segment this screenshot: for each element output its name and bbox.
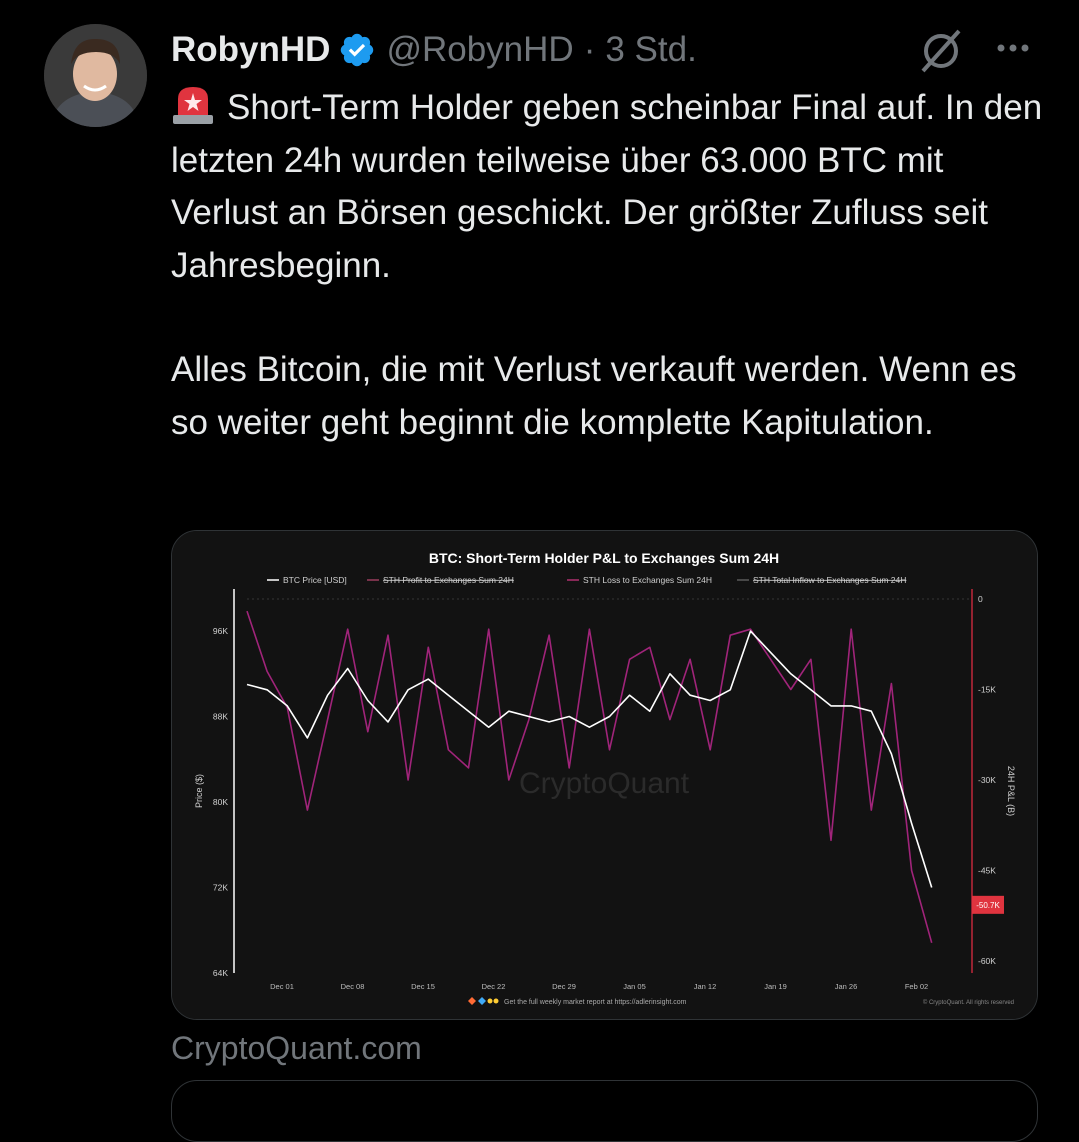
avatar-image <box>44 24 147 127</box>
x-tick: Dec 15 <box>411 982 435 991</box>
chart-footer: Get the full weekly market report at htt… <box>504 999 687 1006</box>
grok-icon[interactable] <box>917 27 965 75</box>
y-right-tick: 0 <box>978 594 983 604</box>
current-value-badge: -50.7K <box>972 895 1004 914</box>
tweet-header: RobynHD @RobynHD · 3 Std. <box>171 26 697 74</box>
y-right-tick: -15K <box>978 684 996 694</box>
header-separator: · <box>583 30 596 69</box>
more-icon[interactable] <box>993 33 1033 63</box>
chart: BTC: Short-Term Holder P&L to Exchanges … <box>172 531 1037 1019</box>
y-left-tick: 64K <box>213 968 228 978</box>
y-right-tick: -30K <box>978 775 996 785</box>
next-media-card[interactable] <box>171 1080 1038 1142</box>
timestamp[interactable]: 3 Std. <box>605 30 696 70</box>
media-card[interactable]: BTC: Short-Term Holder P&L to Exchanges … <box>171 530 1038 1020</box>
y-left-tick: 96K <box>213 626 228 636</box>
y-right-tick: -45K <box>978 865 996 875</box>
verified-badge-icon <box>338 31 376 69</box>
x-tick: Feb 02 <box>905 982 928 991</box>
badge-text: -50.7K <box>976 901 1000 910</box>
y-left-label: Price ($) <box>194 774 204 808</box>
y-left-tick: 88K <box>213 712 228 722</box>
legend-item-3: STH Total Inflow to Exchanges Sum 24H <box>753 575 906 585</box>
tweet-paragraph-1: Short-Term Holder geben scheinbar Final … <box>171 82 1051 292</box>
x-tick: Jan 12 <box>694 982 717 991</box>
chart-watermark: CryptoQuant <box>519 767 690 800</box>
legend-item-2: STH Loss to Exchanges Sum 24H <box>583 575 712 585</box>
x-tick: Dec 08 <box>341 982 365 991</box>
tweet-paragraph-1-text: Short-Term Holder geben scheinbar Final … <box>171 88 1043 285</box>
legend-item-0: BTC Price [USD] <box>283 575 347 585</box>
y-left-tick: 72K <box>213 883 228 893</box>
y-left-tick: 80K <box>213 797 228 807</box>
x-tick: Dec 29 <box>552 982 576 991</box>
siren-emoji-icon <box>171 83 215 125</box>
x-tick: Jan 05 <box>623 982 646 991</box>
x-tick: Jan 26 <box>835 982 858 991</box>
x-tick: Dec 01 <box>270 982 294 991</box>
y-right-tick: -60K <box>978 956 996 966</box>
x-tick: Jan 19 <box>764 982 787 991</box>
tweet-text: Short-Term Holder geben scheinbar Final … <box>171 82 1051 449</box>
chart-title: BTC: Short-Term Holder P&L to Exchanges … <box>429 550 779 566</box>
tweet-paragraph-2: Alles Bitcoin, die mit Verlust verkauft … <box>171 350 1017 442</box>
avatar[interactable] <box>44 24 147 127</box>
x-tick: Dec 22 <box>482 982 506 991</box>
y-right-label: 24H P&L (B) <box>1006 766 1016 816</box>
chart-copyright: © CryptoQuant. All rights reserved <box>923 999 1014 1006</box>
handle[interactable]: @RobynHD <box>386 30 573 70</box>
legend-item-1: STH Profit to Exchanges Sum 24H <box>383 575 514 585</box>
display-name[interactable]: RobynHD <box>171 30 330 70</box>
link-source[interactable]: CryptoQuant.com <box>171 1030 422 1067</box>
